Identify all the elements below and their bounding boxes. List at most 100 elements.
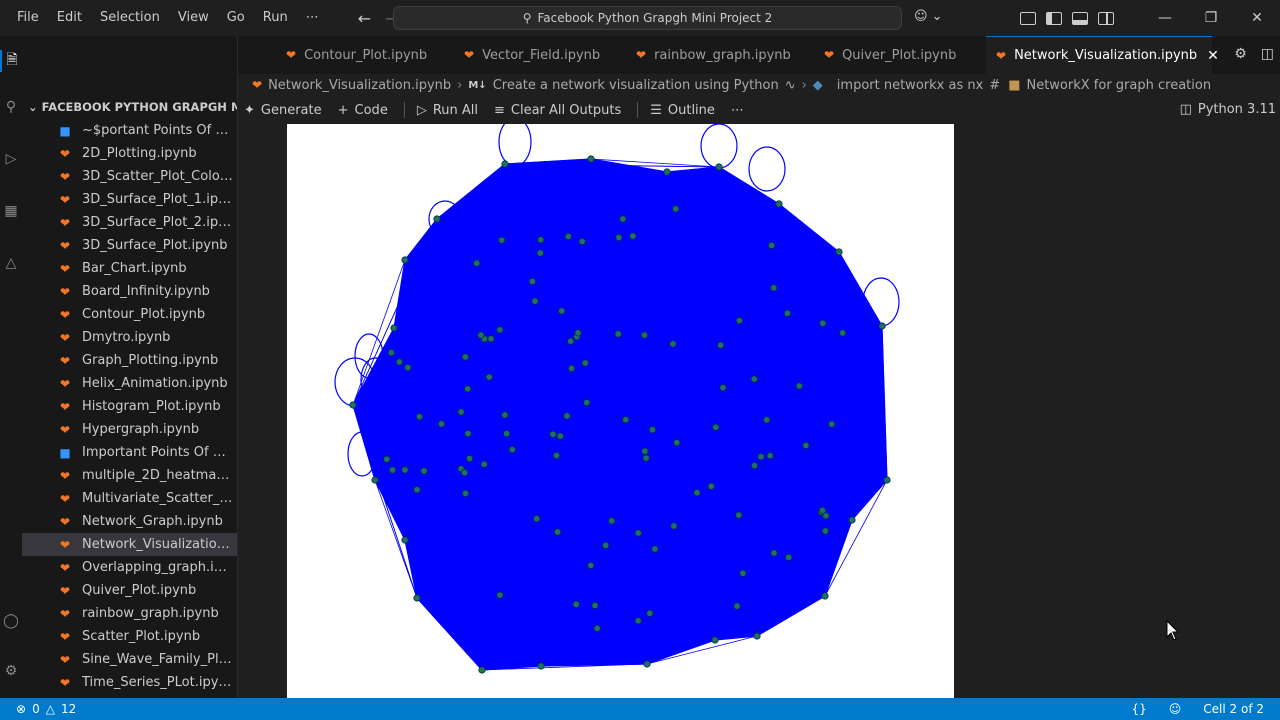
notebook-icon: ❤ [59,376,71,391]
file-item[interactable]: ■ Important Points Of Co... [22,441,237,464]
testing-icon[interactable]: △ [0,252,22,274]
cell-position[interactable]: Cell 2 of 2 [1203,702,1264,716]
menu-selection[interactable]: Selection [91,0,169,36]
clear-outputs-icon: ≡ [494,102,505,118]
close-tab-icon[interactable]: ✕ [1207,48,1219,64]
error-icon: ⊗ [16,702,27,716]
tab-quiver-plot[interactable]: ❤ Quiver_Plot.ipynb [824,36,956,74]
command-center-label: Facebook Python Grapgh Mini Project 2 [537,11,773,25]
file-item[interactable]: ❤ Dmytro.ipynb [22,326,237,349]
graph-node [673,439,681,447]
graph-node [415,413,424,421]
file-item[interactable]: ❤ Network_Visualization.i... [22,533,237,556]
file-item[interactable]: ❤ 3D_Scatter_Plot_Color... [22,165,237,188]
file-name: Network_Visualization.i... [82,537,234,552]
file-item[interactable]: ❤ Bar_Chart.ipynb [22,257,237,280]
command-center[interactable]: ⚲ Facebook Python Grapgh Mini Project 2 [393,6,902,30]
restore-icon[interactable]: ❐ [1188,0,1234,36]
menu-run[interactable]: Run [254,0,297,36]
close-window-icon[interactable]: ✕ [1234,0,1280,36]
customize-layout-icon[interactable] [1020,11,1036,25]
tab-label: Network_Visualization.ipynb [1014,48,1198,63]
tab-vector-field[interactable]: ❤ Vector_Field.ipynb [464,36,600,74]
file-item[interactable]: ❤ Scatter_Plot.ipynb [22,625,237,648]
graph-node [670,522,678,530]
graph-node [473,259,481,267]
graph-node [750,461,759,470]
file-item[interactable]: ❤ Quiver_Plot.ipynb [22,579,237,602]
chevron-down-icon: ⌄ [28,100,38,114]
menu-file[interactable]: File [8,0,48,36]
file-item[interactable]: ❤ Network_Graph.ipynb [22,510,237,533]
file-item[interactable]: ❤ Time_Series_PLot.ipynb [22,671,237,694]
file-item[interactable]: ❤ Multivariate_Scatter_Pl... [22,487,237,510]
copilot-icon[interactable]: ☺ ⌄ [914,9,943,24]
outline-button[interactable]: ☰ Outline [650,103,715,118]
file-item[interactable]: ❤ Board_Infinity.ipynb [22,280,237,303]
more-actions-button[interactable]: ⋯ [731,103,744,118]
file-item[interactable]: ❤ 3D_Surface_Plot.ipynb [22,234,237,257]
clear-all-outputs-button[interactable]: ≡ Clear All Outputs [494,103,621,118]
copilot-status-icon[interactable]: ☺ [1169,702,1182,716]
tab-contour-plot[interactable]: ❤ Contour_Plot.ipynb [286,36,427,74]
search-icon[interactable]: ⚲ [0,96,22,118]
graph-node [533,515,541,523]
graph-node [770,284,778,292]
toggle-primary-sidebar-icon[interactable] [1046,11,1062,25]
file-item[interactable]: ❤ Overlapping_graph.ipynb [22,556,237,579]
extensions-icon[interactable]: ▦ [0,200,22,222]
generate-button[interactable]: ✦ Generate [244,103,322,118]
file-item[interactable]: ❤ Helix_Animation.ipynb [22,372,237,395]
breadcrumb-code[interactable]: import networkx as nx [837,78,983,93]
menu-more[interactable]: ⋯ [297,0,328,36]
split-editor-icon[interactable]: ◫ [1261,46,1274,62]
notebook-icon: ❤ [59,514,71,529]
run-all-button[interactable]: ▷ Run All [417,103,478,118]
graph-node [651,545,659,553]
file-item[interactable]: ❤ Histogram_Plot.ipynb [22,395,237,418]
account-icon[interactable]: ◯ [0,610,22,632]
graph-node [558,307,566,315]
file-item[interactable]: ❤ 3D_Surface_Plot_2.ipynb [22,211,237,234]
tab-rainbow-graph[interactable]: ❤ rainbow_graph.ipynb [636,36,791,74]
file-item[interactable]: ❤ rainbow_graph.ipynb [22,602,237,625]
minimize-icon[interactable]: — [1142,0,1188,36]
python-icon: ◆ [812,77,823,93]
settings-gear-icon[interactable]: ⚙ [0,660,22,682]
menu-edit[interactable]: Edit [48,0,91,36]
breadcrumb-comment[interactable]: NetworkX for graph creation [1026,78,1211,93]
file-item[interactable]: ❤ multiple_2D_heatmaps.... [22,464,237,487]
problems-indicator[interactable]: ⊗ 0 △ 12 [0,702,76,716]
file-item[interactable]: ■ ~$portant Points Of Co... [22,119,237,142]
kernel-picker[interactable]: ◫ Python 3.11 [1180,102,1276,117]
file-item[interactable]: ❤ 2D_Plotting.ipynb [22,142,237,165]
breadcrumb-file[interactable]: Network_Visualization.ipynb [268,78,451,93]
toggle-panel-icon[interactable] [1072,11,1088,25]
graph-node [753,632,761,640]
generate-label: Generate [260,102,322,118]
back-arrow-icon[interactable]: ← [358,9,371,28]
file-name: Quiver_Plot.ipynb [82,583,197,598]
graph-node [648,426,657,434]
notebook-icon: ❤ [286,48,297,62]
self-loop-edge [748,146,786,192]
file-item[interactable]: ❤ Hypergraph.ipynb [22,418,237,441]
breadcrumb-cell[interactable]: Create a network visualization using Pyt… [493,78,779,93]
breadcrumb: ❤ Network_Visualization.ipynb › M↓ Creat… [238,74,1280,96]
language-status-braces[interactable]: {} [1131,702,1146,716]
more-label: ⋯ [730,102,744,118]
add-code-button[interactable]: + Code [338,103,388,118]
file-item[interactable]: ❤ Graph_Plotting.ipynb [22,349,237,372]
notebook-icon: ❤ [59,261,71,276]
menu-view[interactable]: View [169,0,218,36]
gear-icon[interactable]: ⚙ [1234,46,1247,62]
file-item[interactable]: ❤ Sine_Wave_Family_Plot... [22,648,237,671]
file-item[interactable]: ❤ Contour_Plot.ipynb [22,303,237,326]
toggle-secondary-sidebar-icon[interactable] [1098,11,1114,25]
explorer-icon[interactable]: 🗎 [0,50,22,72]
tab-network-visualization[interactable]: ❤ Network_Visualization.ipynb ✕ [986,36,1219,74]
menu-go[interactable]: Go [218,0,254,36]
file-item[interactable]: ❤ 3D_Surface_Plot_1.ipynb [22,188,237,211]
explorer-folder-header[interactable]: ⌄ FACEBOOK PYTHON GRAPGH MI... [28,100,237,114]
run-debug-icon[interactable]: ▷ [0,148,22,170]
